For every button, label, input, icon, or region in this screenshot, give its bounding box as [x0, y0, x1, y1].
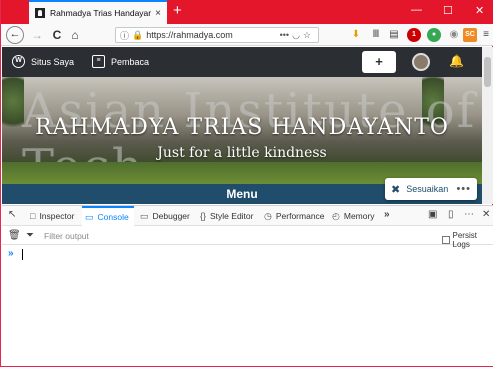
url-text[interactable]: https://rahmadya.com: [146, 30, 279, 40]
my-sites-label: Situs Saya: [31, 56, 75, 67]
clear-console-icon[interactable]: 🗑: [8, 230, 21, 241]
menu-icon[interactable]: ≡: [479, 28, 493, 42]
reader-icon: ≡: [92, 55, 105, 68]
dock-icon[interactable]: ▯: [448, 209, 454, 220]
browser-window: Rahmadya Trias Handayanto | × + — ☐ ✕ ← …: [0, 0, 493, 367]
tab-memory-label: Memory: [343, 211, 375, 221]
console-input-caret[interactable]: [22, 249, 23, 260]
wp-toolbar: W Situs Saya ≡ Pembaca + 🔔: [2, 47, 482, 77]
my-sites-link[interactable]: W Situs Saya: [12, 55, 74, 68]
tab-performance-label: Performance: [275, 211, 325, 221]
bell-icon[interactable]: 🔔: [449, 54, 464, 68]
tab-debugger-label: Debugger: [152, 211, 190, 221]
write-post-button[interactable]: +: [362, 51, 396, 73]
debugger-icon: ▭: [140, 210, 149, 221]
pocket-icon[interactable]: ◡: [292, 30, 300, 41]
downloads-icon[interactable]: ⬇: [349, 28, 363, 42]
tools-icon: ✖: [391, 183, 401, 196]
reader-link[interactable]: ≡ Pembaca: [92, 55, 149, 68]
forward-button[interactable]: →: [29, 27, 45, 43]
customize-label: Sesuaikan: [406, 184, 449, 194]
scrollbar-thumb[interactable]: [484, 57, 491, 87]
memory-icon: ◴: [332, 210, 340, 221]
home-button[interactable]: ⌂: [67, 27, 83, 43]
title-bar: Rahmadya Trias Handayanto | × + — ☐ ✕: [1, 0, 493, 24]
devtools-options-icon[interactable]: ⋯: [464, 209, 474, 220]
addon-grey-icon[interactable]: ◉: [447, 28, 461, 42]
tab-title: Rahmadya Trias Handayanto |: [50, 8, 152, 18]
more-options-icon[interactable]: •••: [456, 183, 471, 195]
library-icon[interactable]: Ⅲ: [369, 28, 383, 42]
persist-logs-label: Persist Logs: [452, 231, 477, 249]
console-prompt-icon: »: [8, 248, 14, 259]
devtools-panel: ↖ □ Inspector ▭ Console ▭ Debugger {} St…: [2, 205, 493, 366]
maximize-button[interactable]: ☐: [443, 4, 453, 17]
info-icon[interactable]: ⓘ: [120, 29, 129, 42]
devtools-tabbar: ↖ □ Inspector ▭ Console ▭ Debugger {} St…: [2, 206, 493, 226]
bookmark-star-icon[interactable]: ☆: [303, 30, 311, 41]
page-viewport: W Situs Saya ≡ Pembaca + 🔔 Asian Institu…: [2, 47, 493, 204]
style-editor-icon: {}: [200, 211, 207, 221]
site-favicon-icon: [35, 8, 45, 18]
site-tagline: Just for a little kindness: [157, 145, 327, 161]
back-button[interactable]: ←: [6, 26, 24, 44]
addon-orange-icon[interactable]: SC: [463, 28, 477, 42]
reader-label: Pembaca: [111, 56, 150, 67]
inspector-icon: □: [30, 211, 36, 221]
filter-output-input[interactable]: [44, 229, 424, 242]
wordpress-icon: W: [12, 55, 25, 68]
more-tabs-icon[interactable]: »: [384, 209, 390, 220]
url-bar[interactable]: ⓘ 🔒 https://rahmadya.com ••• ◡ ☆: [115, 27, 319, 43]
tab-console[interactable]: ▭ Console: [82, 206, 134, 226]
addon-red-icon[interactable]: 1: [407, 28, 421, 42]
element-picker-icon[interactable]: ↖: [8, 209, 16, 220]
tab-close-icon[interactable]: ×: [155, 8, 161, 19]
tab-inspector-label: Inspector: [39, 211, 75, 221]
filter-icon[interactable]: ⏷: [26, 230, 34, 241]
tab-performance[interactable]: ◷ Performance: [264, 206, 328, 226]
tab-style-editor[interactable]: {} Style Editor: [200, 206, 258, 226]
minimize-button[interactable]: —: [411, 4, 422, 16]
tab-console-label: Console: [97, 212, 129, 222]
avatar[interactable]: [412, 53, 430, 71]
page-actions-icon[interactable]: •••: [280, 30, 289, 40]
persist-logs-checkbox[interactable]: [442, 236, 450, 244]
persist-logs-toggle[interactable]: Persist Logs: [442, 231, 493, 249]
addon-green-icon[interactable]: ●: [427, 28, 441, 42]
close-devtools-icon[interactable]: ✕: [482, 209, 490, 220]
console-filter-bar: 🗑 ⏷ Persist Logs: [2, 227, 493, 249]
header-image: Asian Institute of Tech RAHMADYA TRIAS H…: [2, 77, 482, 184]
performance-icon: ◷: [264, 210, 272, 221]
tab-debugger[interactable]: ▭ Debugger: [140, 206, 194, 226]
tab-style-editor-label: Style Editor: [210, 211, 254, 221]
close-window-button[interactable]: ✕: [475, 4, 484, 17]
lock-icon[interactable]: 🔒: [132, 30, 143, 41]
customize-button[interactable]: ✖ Sesuaikan •••: [385, 178, 477, 200]
site-title[interactable]: RAHMADYA TRIAS HANDAYANTO: [2, 115, 482, 140]
browser-tab[interactable]: Rahmadya Trias Handayanto | ×: [29, 0, 167, 24]
navigation-toolbar: ← → C ⌂ ⓘ 🔒 https://rahmadya.com ••• ◡ ☆…: [1, 24, 493, 46]
console-icon: ▭: [85, 211, 94, 222]
page-scrollbar[interactable]: [482, 47, 493, 204]
tab-inspector[interactable]: □ Inspector: [30, 206, 78, 226]
reload-button[interactable]: C: [49, 27, 65, 43]
tab-memory[interactable]: ◴ Memory: [332, 206, 380, 226]
sidebar-icon[interactable]: ▤: [387, 28, 401, 42]
new-tab-button[interactable]: +: [173, 3, 182, 19]
split-console-icon[interactable]: ▣: [428, 209, 437, 220]
